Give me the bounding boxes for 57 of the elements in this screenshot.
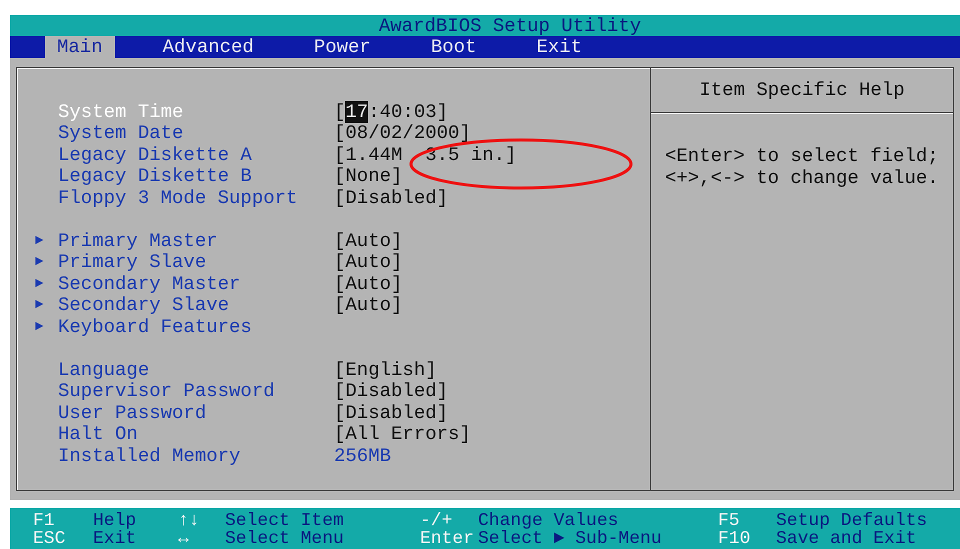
setting-value[interactable]: [Disabled]	[334, 402, 448, 424]
key-label: ↑↓	[178, 512, 201, 530]
setting-value[interactable]: [08/02/2000]	[334, 122, 471, 144]
setting-label[interactable]: Language	[58, 358, 334, 381]
setting-value[interactable]: [Auto]	[334, 230, 402, 252]
window-title: AwardBIOS Setup Utility	[378, 16, 642, 36]
menu-tab[interactable]: Boot	[418, 36, 488, 58]
submenu-item[interactable]: Primary Master	[58, 230, 334, 252]
setting-label[interactable]: Halt On	[58, 423, 334, 446]
submenu-arrow: ►	[35, 254, 44, 270]
key-action: Select Item	[225, 512, 345, 530]
setting-label[interactable]: Floppy 3 Mode Support	[58, 186, 334, 209]
setting-value[interactable]: [English]	[334, 358, 437, 381]
key-label: ESC	[33, 530, 66, 548]
setting-value[interactable]: [17:40:03]	[334, 100, 448, 123]
setting-label[interactable]: Supervisor Password	[58, 380, 334, 402]
key-action: Help	[93, 512, 138, 530]
setting-label[interactable]: User Password	[58, 402, 334, 424]
setting-label[interactable]: Installed Memory	[58, 444, 334, 467]
key-action: Save and Exit	[776, 530, 918, 548]
key-label: ↔	[178, 530, 190, 548]
key-action: Exit	[93, 530, 138, 548]
menu-tab[interactable]: Main	[45, 36, 115, 58]
submenu-item[interactable]: Primary Slave	[58, 251, 334, 274]
menu-tab[interactable]: Advanced	[150, 36, 266, 58]
submenu-arrow: ►	[35, 297, 44, 314]
setting-value[interactable]: [Auto]	[334, 272, 402, 295]
setting-label[interactable]: Legacy Diskette B	[58, 165, 334, 188]
menu-tab[interactable]: Exit	[524, 36, 594, 58]
help-title: Item Specific Help	[699, 79, 905, 101]
menu-tab[interactable]: Power	[302, 36, 383, 58]
setting-value[interactable]: [None]	[334, 165, 402, 188]
setting-label[interactable]: System Date	[58, 122, 334, 144]
submenu-arrow: ►	[35, 232, 44, 249]
setting-value[interactable]: [All Errors]	[334, 423, 471, 446]
submenu-item[interactable]: Secondary Master	[58, 272, 334, 295]
help-text: <+>,<-> to change value.	[665, 167, 940, 189]
submenu-item[interactable]: Secondary Slave	[58, 294, 334, 316]
key-action: Change Values	[478, 512, 618, 530]
setting-value[interactable]: [Disabled]	[334, 380, 448, 402]
submenu-arrow: ►	[35, 318, 44, 335]
key-label: -/+	[420, 512, 454, 530]
key-action: Select Menu	[225, 530, 345, 548]
key-label: F1	[33, 512, 56, 530]
key-action: Setup Defaults	[776, 512, 926, 530]
setting-label[interactable]: Legacy Diskette A	[58, 144, 334, 166]
help-text: <Enter> to select field;	[665, 145, 940, 167]
setting-value[interactable]: [Auto]	[334, 294, 402, 316]
setting-value[interactable]: [Auto]	[334, 251, 402, 274]
info-value: 256MB	[334, 444, 392, 467]
submenu-item[interactable]: Keyboard Features	[58, 316, 334, 338]
key-label: Enter	[420, 530, 476, 548]
key-action: Select ► Sub-Menu	[478, 530, 663, 548]
key-label: F10	[718, 530, 752, 548]
setting-value[interactable]: [Disabled]	[334, 186, 448, 209]
key-label: F5	[718, 512, 741, 530]
submenu-arrow: ►	[35, 276, 44, 292]
